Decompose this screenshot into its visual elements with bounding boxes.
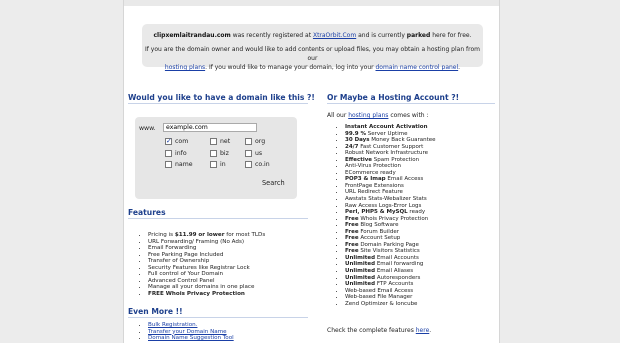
hosting-heading: Or Maybe a Hosting Account ?! <box>327 93 460 102</box>
notice-text: . <box>458 64 461 71</box>
hosting-plans-link[interactable]: hosting plans <box>348 112 388 119</box>
tld-label: in <box>220 161 226 168</box>
complete-features-link[interactable]: here <box>416 327 430 334</box>
divider <box>128 317 308 318</box>
notice-text: If you are the domain owner and would li… <box>144 46 480 62</box>
tld-checkbox-info[interactable] <box>165 150 172 157</box>
even-more-heading: Even More !! <box>128 307 183 316</box>
tld-label: info <box>175 150 187 157</box>
parked-domain-name: clipxemlaitrandau.com <box>153 32 231 39</box>
tld-checkbox-us[interactable] <box>245 150 252 157</box>
hosting-intro: All our hosting plans comes with : <box>327 112 429 119</box>
search-button[interactable]: Search <box>262 179 285 187</box>
notice-line-1: clipxemlaitrandau.com was recently regis… <box>142 31 483 40</box>
tld-label: biz <box>220 150 229 157</box>
hosting-plans-link[interactable]: hosting plans <box>165 64 205 71</box>
list-item: Zend Optimizer & Ioncube <box>345 301 436 308</box>
divider <box>327 103 495 104</box>
features-list: Pricing is $11.99 or lower for most TLDs… <box>148 232 265 297</box>
tld-checkbox-name[interactable] <box>165 161 172 168</box>
tld-label: net <box>220 138 231 145</box>
domain-search-form: www. com net org info biz us name in co.… <box>135 117 297 199</box>
tld-checkbox-in[interactable] <box>210 161 217 168</box>
tld-checkbox-com[interactable] <box>165 137 172 145</box>
top-bar <box>124 0 499 6</box>
page-container: clipxemlaitrandau.com was recently regis… <box>123 0 500 343</box>
tld-checkbox-biz[interactable] <box>210 150 217 157</box>
parked-notice: clipxemlaitrandau.com was recently regis… <box>142 24 483 71</box>
tld-label: co.in <box>255 161 270 168</box>
registrar-link[interactable]: XtraOrbit.Com <box>313 32 356 39</box>
tld-label: us <box>255 150 263 157</box>
tld-label: name <box>175 161 193 168</box>
list-item: FREE Whois Privacy Protection <box>148 291 265 298</box>
notice-text: and is currently <box>356 32 407 39</box>
www-label: www. <box>139 125 156 132</box>
list-item: Domain Name Suggestion Tool <box>148 335 234 342</box>
bulk-registration-link[interactable]: Bulk Registration. <box>148 322 197 328</box>
tld-checkbox-co-in[interactable] <box>245 161 252 168</box>
tld-checkbox-net[interactable] <box>210 138 217 145</box>
domain-search-heading: Would you like to have a domain like thi… <box>128 93 315 102</box>
notice-text: was recently registered at <box>230 32 313 39</box>
transfer-domain-link[interactable]: Transfer your Domain Name <box>148 329 227 335</box>
notice-text: . If you would like to manage your domai… <box>205 64 376 71</box>
divider <box>128 218 308 219</box>
parked-label: parked <box>406 32 431 39</box>
tld-label: org <box>255 138 266 145</box>
hosting-outro: Check the complete features here. <box>327 327 432 334</box>
tld-label: com <box>175 138 189 145</box>
even-more-links: Bulk Registration. Transfer your Domain … <box>148 322 234 342</box>
name-suggestion-link[interactable]: Domain Name Suggestion Tool <box>148 335 234 341</box>
features-heading: Features <box>128 208 166 217</box>
domain-input[interactable] <box>163 123 257 132</box>
tld-checkbox-org[interactable] <box>245 138 252 145</box>
notice-line-3: hosting plans. If you would like to mana… <box>142 63 483 72</box>
divider <box>128 103 308 104</box>
notice-line-2: If you are the domain owner and would li… <box>142 45 483 63</box>
control-panel-link[interactable]: domain name control panel <box>376 64 459 71</box>
notice-text: here for free. <box>430 32 472 39</box>
hosting-features-list: Instant Account Activation 99.9 % Server… <box>345 124 436 307</box>
